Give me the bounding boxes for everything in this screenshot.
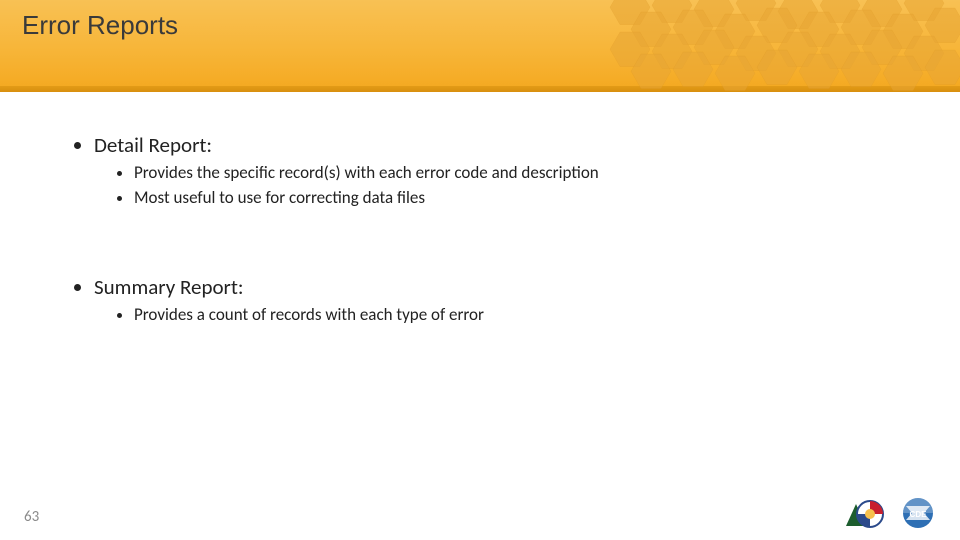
top-list: Detail Report: Provides the specific rec… xyxy=(70,132,890,210)
list-item: Most useful to use for correcting data f… xyxy=(134,187,890,210)
detail-sublist: Provides the specific record(s) with eac… xyxy=(94,162,890,210)
colorado-logo-icon xyxy=(842,496,886,530)
section-heading-detail: Detail Report: Provides the specific rec… xyxy=(94,132,890,210)
section-heading-text: Detail Report: xyxy=(94,132,212,158)
page-number: 63 xyxy=(24,508,39,526)
slide: Error Reports xyxy=(0,0,960,540)
top-list: Summary Report: Provides a count of reco… xyxy=(70,274,890,327)
content-area: Detail Report: Provides the specific rec… xyxy=(70,132,890,331)
spacer xyxy=(70,214,890,274)
cde-logo-text: CDE xyxy=(910,510,928,519)
list-item: Provides the specific record(s) with eac… xyxy=(134,162,890,185)
cde-logo-icon: CDE xyxy=(896,496,940,530)
slide-title: Error Reports xyxy=(22,10,178,41)
list-item: Provides a count of records with each ty… xyxy=(134,304,890,327)
hexagon-decoration xyxy=(600,0,960,92)
footer-logos: CDE xyxy=(842,496,940,530)
section-heading-text: Summary Report: xyxy=(94,274,244,300)
header-band: Error Reports xyxy=(0,0,960,92)
summary-sublist: Provides a count of records with each ty… xyxy=(94,304,890,327)
header-accent-bar xyxy=(0,86,960,92)
section-heading-summary: Summary Report: Provides a count of reco… xyxy=(94,274,890,327)
